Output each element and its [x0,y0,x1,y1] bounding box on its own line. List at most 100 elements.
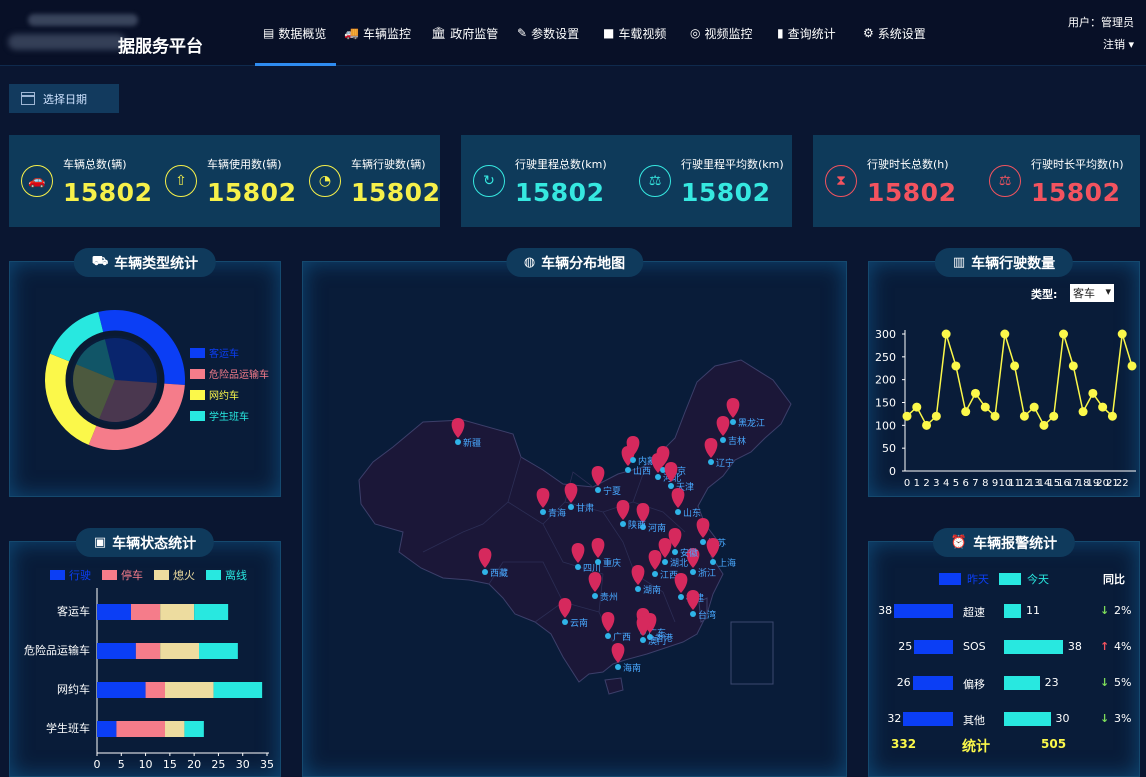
x-tick-label: 8 [982,478,988,489]
line-point[interactable] [922,420,932,430]
stacked-bar-segment[interactable] [145,682,165,698]
line-point[interactable] [1107,411,1117,421]
line-point[interactable] [990,411,1000,421]
stacked-bar-segment[interactable] [97,643,136,659]
line-point[interactable] [951,361,961,371]
nav-label: 车载视频 [618,26,667,41]
province-label: 宁夏 [603,485,621,497]
nav-item-4[interactable]: ■ 车载视频 [595,0,682,66]
line-point[interactable] [1029,402,1039,412]
marker-dot [595,487,601,493]
today-bar[interactable] [1004,604,1022,618]
nav-item-3[interactable]: ✎ 参数设置 [509,0,595,66]
stacked-bar-segment[interactable] [160,604,195,620]
legend-label: 行驶 [69,568,91,582]
line-point[interactable] [1039,420,1049,430]
yesterday-bar[interactable] [903,712,953,726]
stat-value: 15802 [867,177,957,207]
line-point[interactable] [1088,388,1098,398]
line-point[interactable] [1019,411,1029,421]
marker-dot [482,569,488,575]
province-label: 陕西 [628,519,646,531]
x-tick-label: 22 [1116,478,1129,489]
logout-button[interactable]: 注销 ▾ [1068,34,1134,56]
marker-dot [662,559,668,565]
yesterday-bar[interactable] [912,676,953,690]
nav-item-2[interactable]: 🏛 政府监管 [423,0,509,66]
document-icon: ▤ [263,26,275,40]
stacked-bar-segment[interactable] [97,721,117,737]
date-picker-button[interactable]: 选择日期 [9,84,119,113]
line-point[interactable] [970,388,980,398]
line-point[interactable] [902,411,912,421]
yesterday-bar[interactable] [914,640,953,654]
legend-swatch [102,570,117,580]
line-point[interactable] [961,407,971,417]
scale-icon: ⚖ [639,165,671,197]
nav-item-0[interactable]: ▤ 数据概览 [255,0,336,66]
x-tick-label: 0 [94,758,101,771]
province-label: 湖北 [670,558,688,569]
caret-down-icon: ▾ [1128,38,1134,51]
y-tick-label: 50 [882,442,896,455]
today-value: 30 [1055,712,1070,725]
marker-dot [592,593,598,599]
pie-icon: ◔ [309,165,341,197]
stacked-bar-segment[interactable] [160,643,199,659]
stacked-bar-segment[interactable] [194,604,229,620]
line-point[interactable] [1068,361,1078,371]
today-bar[interactable] [1004,676,1040,690]
stacked-bar-segment[interactable] [131,604,161,620]
today-bar[interactable] [1004,640,1063,654]
stacked-bar-segment[interactable] [199,643,238,659]
line-point[interactable] [1059,329,1069,339]
stacked-bar-segment[interactable] [116,721,165,737]
stacked-bar-segment[interactable] [165,721,185,737]
yesterday-bar[interactable] [894,604,953,618]
stat-label: 车辆行驶数(辆) [351,157,426,171]
nav-item-1[interactable]: 🚚 车辆监控 [336,0,423,66]
line-point[interactable] [1000,329,1010,339]
province-label: 甘肃 [576,502,594,514]
marker-dot [615,664,621,670]
line-point[interactable] [912,402,922,412]
marker-dot [730,419,736,425]
province-label: 黑龙江 [738,417,765,429]
nav-item-6[interactable]: ▮ 查询统计 [769,0,855,66]
line-point[interactable] [931,411,941,421]
stacked-bar-segment[interactable] [97,682,146,698]
china-map[interactable]: 新疆西藏甘肃宁夏青海四川云南贵州广西海南湖南湖北河南陕西山西内蒙古河北北京天津山… [303,262,848,777]
legend-swatch [190,369,205,379]
yoy-header: 同比 [1103,573,1125,586]
stacked-bar-segment[interactable] [97,604,131,620]
nav-label: 系统设置 [877,26,926,41]
line-point[interactable] [1127,361,1137,371]
line-series [906,333,1133,427]
x-tick-label: 6 [963,478,969,489]
today-bar[interactable] [1004,712,1051,726]
alarm-category: 其他 [963,714,985,727]
line-point[interactable] [980,402,990,412]
line-point[interactable] [1117,329,1127,339]
legend-label: 停车 [121,568,143,582]
stacked-bar-segment[interactable] [165,682,214,698]
marker-dot [690,611,696,617]
line-point[interactable] [941,329,951,339]
south-sea-inset [730,621,774,685]
category-label: 学生班车 [46,721,90,735]
line-point[interactable] [1049,411,1059,421]
panel-vehicle-count: ▥ 车辆行驶数量 类型: 客车 ▾ 0 50 100 150 200 250 300 0 1 2 3 4 5… [868,248,1140,497]
stacked-bar-segment[interactable] [184,721,204,737]
stat-card-duration: ⧗ 行驶时长总数(h) 15802 ⚖ 行驶时长平均数(h) 15802 [813,135,1140,227]
stat-value: 15802 [681,177,771,207]
nav-item-5[interactable]: ◎ 视频监控 [682,0,769,66]
stat-value: 15802 [351,177,441,207]
nav-item-7[interactable]: ⚙ 系统设置 [855,0,941,66]
line-chart: 0501001502002503000 1 2 3 4 5 6 7 8 9 101112131415… [875,328,1137,489]
alarm-row: 26 偏移 23 ↓ 5% [869,673,1145,693]
line-point[interactable] [1098,402,1108,412]
stacked-bar-segment[interactable] [135,643,161,659]
stacked-bar-segment[interactable] [213,682,263,698]
line-point[interactable] [1010,361,1020,371]
line-point[interactable] [1078,407,1088,417]
